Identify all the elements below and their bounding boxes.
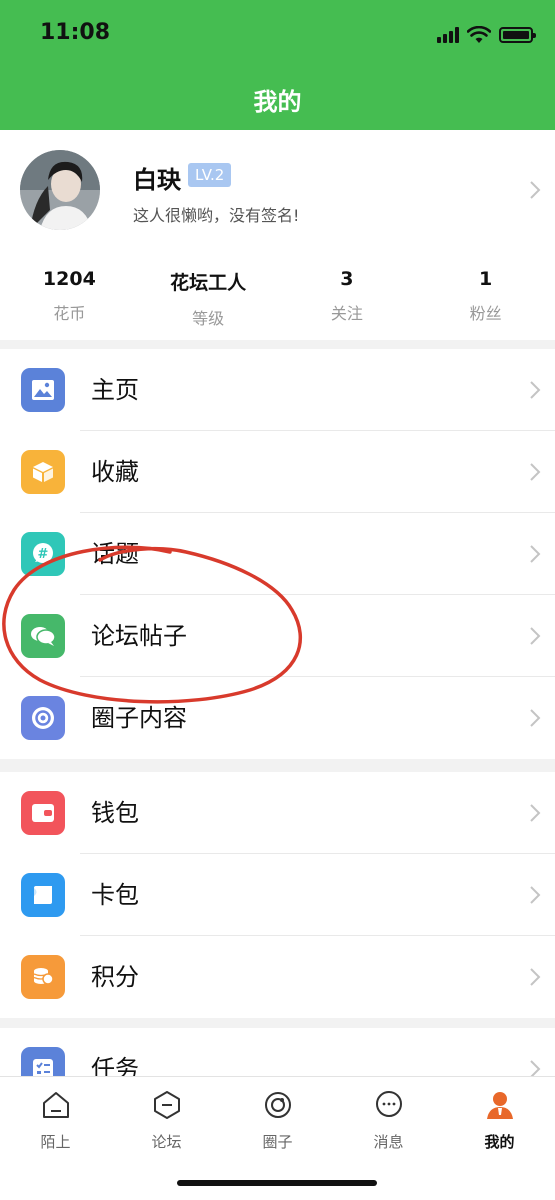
stat-following[interactable]: 3 关注 [278, 268, 417, 329]
svg-text:#: # [38, 547, 49, 562]
chat-bubbles-icon [21, 614, 65, 658]
level-badge: LV.2 [188, 163, 232, 187]
page-title: 我的 [253, 88, 302, 116]
chevron-right-icon [530, 627, 541, 645]
stat-label: 粉丝 [469, 304, 502, 323]
menu-item-favorites[interactable]: 收藏 [0, 431, 555, 513]
menu-item-points[interactable]: 积分 [0, 936, 555, 1018]
menu-item-circle-content[interactable]: 圈子内容 [0, 677, 555, 759]
profile-name: 白玦 [133, 166, 181, 194]
stat-label: 花币 [53, 304, 86, 323]
status-icons [437, 24, 536, 46]
tab-forum[interactable]: 论坛 [111, 1089, 222, 1152]
coins-icon [21, 955, 65, 999]
menu-item-label: 话题 [91, 540, 139, 568]
menu-item-label: 圈子内容 [91, 704, 187, 732]
tab-label: 圈子 [262, 1133, 293, 1151]
stat-coins[interactable]: 1204 花币 [0, 268, 139, 329]
stat-value: 花坛工人 [170, 272, 247, 294]
tab-label: 消息 [373, 1133, 404, 1151]
stat-value: 1 [479, 268, 493, 290]
menu-item-label: 论坛帖子 [91, 622, 187, 650]
menu-item-forum-posts[interactable]: 论坛帖子 [0, 595, 555, 677]
chevron-right-icon [530, 381, 541, 399]
profile-stats: 1204 花币 花坛工人 等级 3 关注 1 粉丝 [0, 268, 555, 329]
image-icon [21, 368, 65, 412]
stat-value: 3 [340, 268, 354, 290]
stat-level[interactable]: 花坛工人 等级 [139, 268, 278, 329]
tab-label: 论坛 [151, 1133, 182, 1151]
profile-signature: 这人很懒哟，没有签名! [133, 206, 300, 225]
tab-moshang[interactable]: 陌上 [0, 1089, 111, 1152]
avatar[interactable] [20, 150, 100, 230]
forum-hex-icon [153, 1091, 180, 1119]
menu-item-card-holder[interactable]: 卡包 [0, 854, 555, 936]
profile-card[interactable]: 白玦 LV.2 这人很懒哟，没有签名! 1204 花币 花坛工人 等级 3 关注… [0, 130, 555, 340]
tab-label: 我的 [484, 1133, 515, 1151]
menu-item-wallet[interactable]: 钱包 [0, 772, 555, 854]
chevron-right-icon [530, 886, 541, 904]
status-time: 11:08 [40, 20, 111, 45]
tab-mine[interactable]: 我的 [444, 1089, 555, 1152]
stat-value: 1204 [42, 268, 96, 290]
menu-item-label: 钱包 [91, 799, 139, 827]
menu-item-label: 收藏 [91, 458, 139, 486]
menu-item-homepage[interactable]: 主页 [0, 349, 555, 431]
menu-group-finance: 钱包 卡包 积分 [0, 772, 555, 1018]
menu-group-content: 主页 收藏 # 话题 论坛帖子 圈子内容 [0, 349, 555, 759]
message-icon [375, 1091, 402, 1117]
chevron-right-icon [530, 463, 541, 481]
signal-icon [437, 27, 459, 43]
menu-item-label: 卡包 [91, 881, 139, 909]
battery-icon [499, 27, 536, 43]
wallet-icon [21, 791, 65, 835]
hashtag-bubble-icon: # [21, 532, 65, 576]
tab-circle[interactable]: 圈子 [222, 1089, 333, 1152]
chevron-right-icon [530, 181, 541, 199]
stat-followers[interactable]: 1 粉丝 [416, 268, 555, 329]
chevron-right-icon [530, 804, 541, 822]
box-icon [21, 450, 65, 494]
home-indicator [177, 1180, 377, 1186]
chevron-right-icon [530, 968, 541, 986]
menu-item-label: 积分 [91, 963, 139, 991]
menu-item-label: 主页 [91, 376, 139, 404]
circle-swirl-icon [21, 696, 65, 740]
chevron-right-icon [530, 709, 541, 727]
top-header: 11:08 我的 [0, 0, 555, 130]
stat-label: 关注 [330, 304, 363, 323]
home-icon [42, 1092, 69, 1118]
tab-messages[interactable]: 消息 [333, 1089, 444, 1152]
stat-label: 等级 [192, 309, 225, 328]
chevron-right-icon [530, 545, 541, 563]
person-icon [486, 1092, 513, 1119]
menu-item-topics[interactable]: # 话题 [0, 513, 555, 595]
wifi-icon [467, 26, 491, 43]
circle-icon [264, 1092, 291, 1118]
card-icon [21, 873, 65, 917]
tab-label: 陌上 [40, 1133, 71, 1151]
